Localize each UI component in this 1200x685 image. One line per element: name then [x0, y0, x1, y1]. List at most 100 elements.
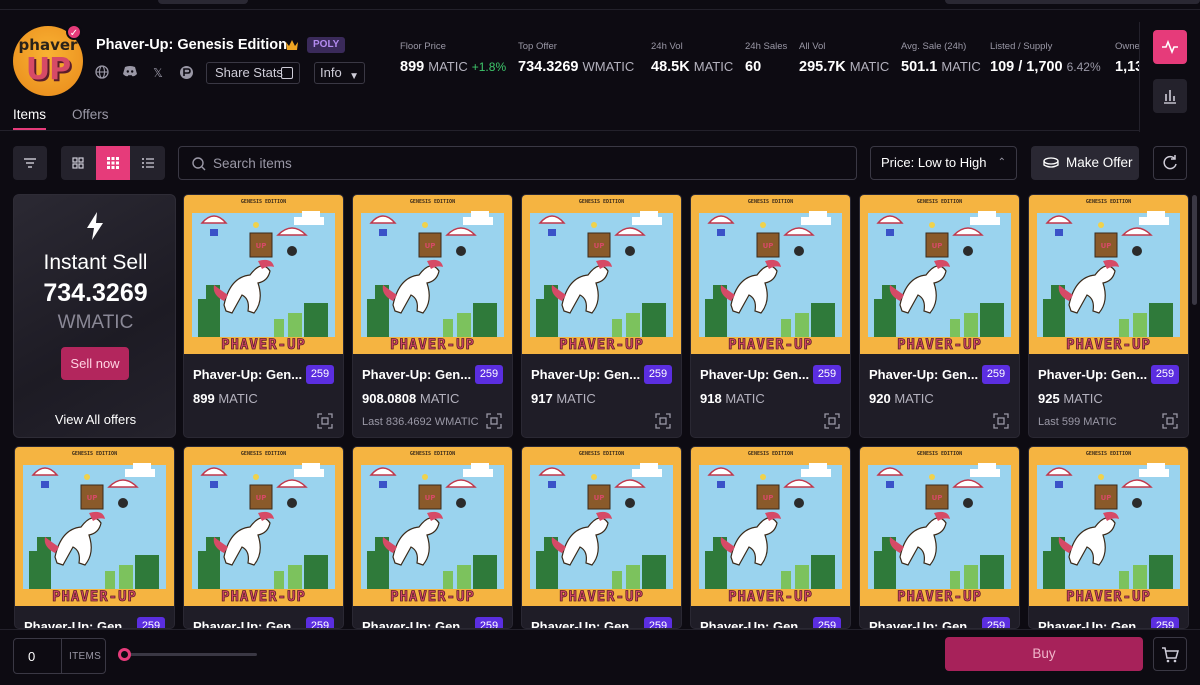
info-dropdown[interactable]: Info ▼ — [314, 62, 365, 84]
crown-icon — [286, 40, 298, 50]
make-offer-button[interactable]: Make Offer — [1031, 146, 1139, 180]
header-divider — [1139, 22, 1140, 132]
filter-button[interactable] — [13, 146, 47, 180]
svg-text:UP: UP — [87, 494, 98, 502]
rarity-badge: 259 — [982, 365, 1010, 384]
nft-card[interactable]: GENESIS EDITION UP PHAVER-UP Phaver-Up: Gen… — [1028, 194, 1189, 438]
nft-artwork: GENESIS EDITION UP PHAVER-UP — [15, 447, 174, 606]
sort-select[interactable]: Price: Low to High ⌃⌄ — [870, 146, 1017, 200]
rarity-badge: 259 — [137, 617, 165, 628]
list-view-button[interactable] — [131, 146, 165, 180]
quantity-value[interactable]: 0 — [28, 649, 35, 664]
nft-name: Phaver-Up: Gen... — [24, 619, 134, 629]
stat-value: 109 / 1,700 — [990, 59, 1063, 75]
nft-last-sale: Last 836.4692 WMATIC — [362, 416, 479, 428]
tab-offers[interactable]: Offers — [72, 107, 109, 122]
stat-top-offer: Top Offer 734.3269 WMATIC — [518, 41, 634, 75]
stat-percent: 6.42% — [1066, 60, 1101, 74]
art-top-label: GENESIS EDITION — [1086, 451, 1131, 457]
nft-name: Phaver-Up: Gen... — [869, 619, 979, 629]
nft-price: 918 MATIC — [700, 391, 765, 406]
verified-check-icon: ✓ — [66, 24, 82, 40]
nft-name: Phaver-Up: Gen... — [869, 367, 979, 382]
phaver-icon[interactable] — [178, 65, 194, 81]
sell-now-button[interactable]: Sell now — [61, 347, 129, 380]
stat-value: 899 — [400, 59, 425, 75]
grid-large-view-button[interactable] — [61, 146, 95, 180]
scrollbar[interactable] — [1192, 195, 1197, 305]
scan-icon[interactable] — [993, 413, 1009, 429]
share-stats-button[interactable]: Share Stats — [206, 62, 300, 84]
sweep-slider-handle[interactable] — [118, 648, 131, 661]
x-twitter-icon[interactable]: 𝕏 — [150, 65, 166, 81]
nft-price-value: 899 — [193, 391, 215, 406]
art-bottom-label: PHAVER-UP — [221, 589, 306, 605]
nft-price-unit: MATIC — [218, 391, 258, 406]
art-bottom-label: PHAVER-UP — [728, 337, 813, 353]
nft-card[interactable]: GENESIS EDITION UP PHAVER-UP Phaver-Up: Gen… — [690, 446, 851, 629]
discord-icon[interactable] — [122, 65, 138, 81]
quantity-divider — [61, 639, 62, 673]
art-top-label: GENESIS EDITION — [72, 451, 117, 457]
stat-label: Avg. Sale (24h) — [901, 41, 967, 52]
chevron-down-icon: ▼ — [349, 71, 359, 82]
rarity-badge: 259 — [475, 617, 503, 628]
stat-label: 24h Sales — [745, 41, 788, 52]
nft-card[interactable]: GENESIS EDITION UP PHAVER-UP Phaver-Up: Gen… — [183, 194, 344, 438]
nft-price-value: 920 — [869, 391, 891, 406]
refresh-icon — [1163, 155, 1177, 170]
share-stats-label: Share Stats — [215, 65, 283, 80]
cart-button[interactable] — [1153, 637, 1187, 671]
svg-text:UP: UP — [1101, 494, 1112, 502]
nft-card[interactable]: GENESIS EDITION UP PHAVER-UP Phaver-Up: Gen… — [352, 194, 513, 438]
svg-text:UP: UP — [763, 494, 774, 502]
nft-card[interactable]: GENESIS EDITION UP PHAVER-UP Phaver-Up: Gen… — [859, 194, 1020, 438]
nft-name: Phaver-Up: Gen... — [362, 367, 472, 382]
nft-price: 925 MATIC — [1038, 391, 1103, 406]
grid-small-view-button[interactable] — [96, 146, 130, 180]
nft-card[interactable]: GENESIS EDITION UP PHAVER-UP Phaver-Up: Gen… — [859, 446, 1020, 629]
nft-artwork: GENESIS EDITION UP PHAVER-UP — [522, 195, 681, 354]
scan-icon[interactable] — [486, 413, 502, 429]
art-bottom-label: PHAVER-UP — [221, 337, 306, 353]
rarity-badge: 259 — [306, 617, 334, 628]
nft-card[interactable]: GENESIS EDITION UP PHAVER-UP Phaver-Up: Gen… — [690, 194, 851, 438]
nft-artwork: GENESIS EDITION UP PHAVER-UP — [1029, 195, 1188, 354]
nft-artwork: GENESIS EDITION UP PHAVER-UP — [860, 447, 1019, 606]
activity-button[interactable] — [1153, 30, 1187, 64]
scan-icon[interactable] — [655, 413, 671, 429]
art-top-label: GENESIS EDITION — [410, 199, 455, 205]
stat-all-vol: All Vol 295.7K MATIC — [799, 41, 889, 75]
top-tab-segment[interactable] — [158, 0, 248, 4]
nft-card[interactable]: GENESIS EDITION UP PHAVER-UP Phaver-Up: Gen… — [183, 446, 344, 629]
nft-card[interactable]: GENESIS EDITION UP PHAVER-UP Phaver-Up: Gen… — [521, 446, 682, 629]
art-top-label: GENESIS EDITION — [579, 199, 624, 205]
nft-artwork: GENESIS EDITION UP PHAVER-UP — [522, 447, 681, 606]
refresh-button[interactable] — [1153, 146, 1187, 180]
nft-artwork: GENESIS EDITION UP PHAVER-UP — [184, 447, 343, 606]
tab-items[interactable]: Items — [13, 107, 46, 122]
svg-text:UP: UP — [932, 242, 943, 250]
buy-button[interactable]: Buy — [945, 637, 1143, 671]
stat-value: 1,13 — [1115, 59, 1140, 75]
nft-card[interactable]: GENESIS EDITION UP PHAVER-UP Phaver-Up: Gen… — [14, 446, 175, 629]
nft-card[interactable]: GENESIS EDITION UP PHAVER-UP Phaver-Up: Gen… — [521, 194, 682, 438]
scan-icon[interactable] — [1162, 413, 1178, 429]
nft-name: Phaver-Up: Gen... — [1038, 619, 1148, 629]
scan-icon[interactable] — [317, 413, 333, 429]
stat-unit: MATIC — [941, 59, 981, 74]
search-input[interactable] — [213, 153, 813, 173]
nft-card[interactable]: GENESIS EDITION UP PHAVER-UP Phaver-Up: Gen… — [1028, 446, 1189, 629]
svg-text:UP: UP — [256, 494, 267, 502]
filter-icon — [24, 158, 36, 168]
nft-card[interactable]: GENESIS EDITION UP PHAVER-UP Phaver-Up: Gen… — [352, 446, 513, 629]
top-search-segment[interactable] — [945, 0, 1200, 4]
sweep-slider-track[interactable] — [122, 653, 257, 656]
nft-name: Phaver-Up: Gen... — [193, 619, 303, 629]
scan-icon[interactable] — [824, 413, 840, 429]
globe-icon[interactable] — [94, 65, 110, 81]
analytics-button[interactable] — [1153, 79, 1187, 113]
quantity-field[interactable]: 0 ITEMS — [13, 638, 106, 674]
view-all-offers-link[interactable]: View All offers — [14, 412, 175, 427]
chain-badge: POLY — [307, 37, 346, 53]
